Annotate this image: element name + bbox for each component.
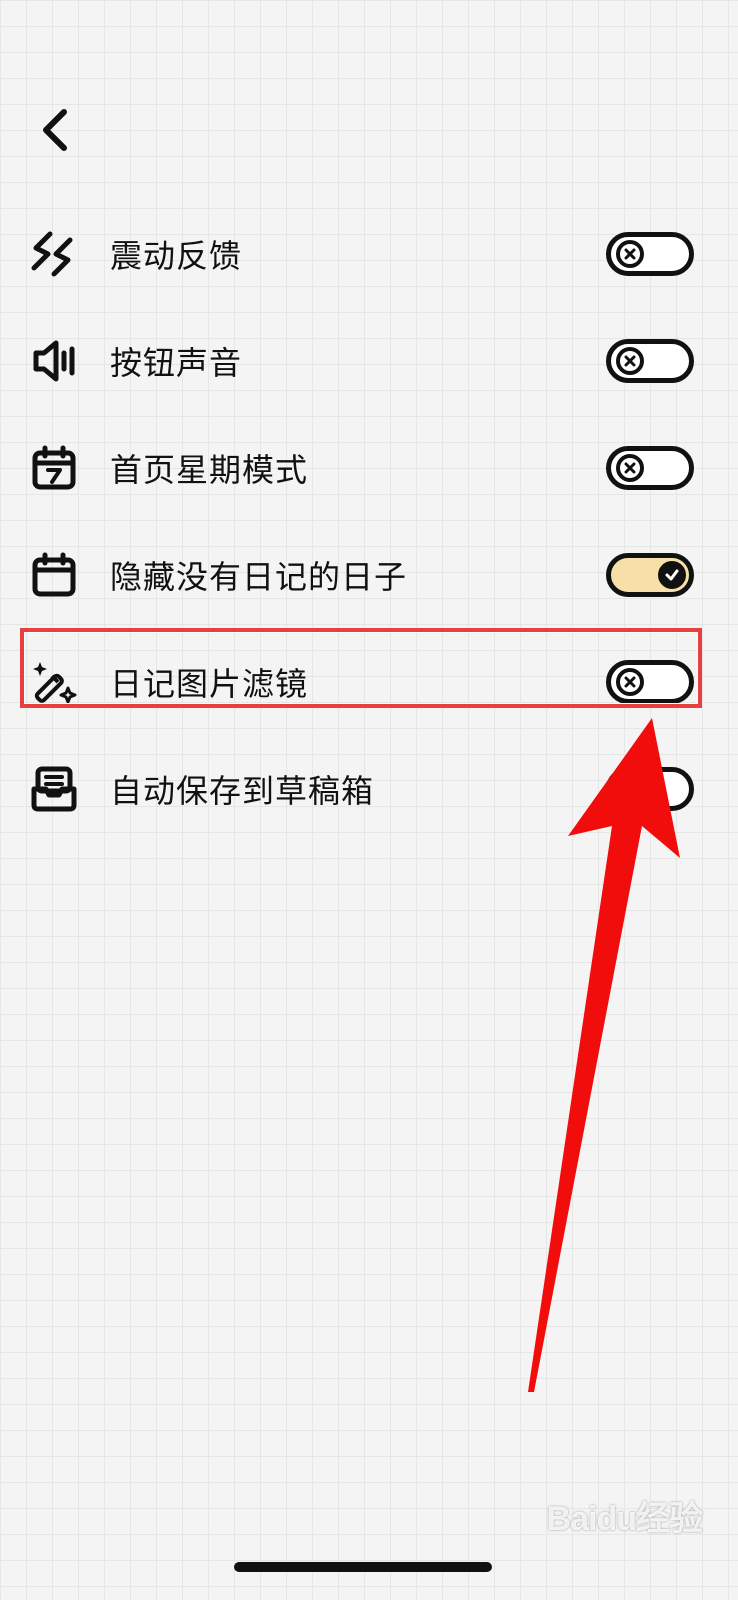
vibration-toggle[interactable]	[606, 231, 694, 276]
calendar-icon	[28, 549, 80, 601]
button-sound-toggle[interactable]	[606, 338, 694, 383]
setting-label: 自动保存到草稿箱	[110, 771, 375, 810]
close-icon	[616, 667, 644, 696]
home-indicator[interactable]	[234, 1562, 492, 1572]
setting-label: 日记图片滤镜	[110, 664, 309, 703]
week-mode-toggle[interactable]	[606, 445, 694, 490]
close-icon	[616, 346, 644, 375]
setting-row-image-filter[interactable]: 日记图片滤镜	[0, 628, 738, 735]
close-icon	[616, 774, 644, 803]
setting-label: 首页星期模式	[110, 450, 309, 489]
settings-list: 震动反馈 按钮声音 首页星期模式 隐藏没有日记的日子 日记图片滤镜 自动保存到草…	[0, 200, 738, 842]
setting-label: 按钮声音	[110, 343, 243, 382]
autosave-draft-toggle[interactable]	[606, 766, 694, 811]
inbox-icon	[28, 763, 80, 815]
check-icon	[658, 560, 686, 589]
speaker-icon	[28, 335, 80, 387]
chevron-left-icon	[43, 109, 67, 151]
setting-row-button-sound[interactable]: 按钮声音	[0, 307, 738, 414]
setting-row-hide-empty-days[interactable]: 隐藏没有日记的日子	[0, 521, 738, 628]
close-icon	[616, 239, 644, 268]
vibration-icon	[28, 228, 80, 280]
setting-label: 隐藏没有日记的日子	[110, 557, 408, 596]
hide-empty-days-toggle[interactable]	[606, 552, 694, 597]
setting-label: 震动反馈	[110, 236, 243, 275]
back-button[interactable]	[30, 100, 80, 160]
magic-wand-icon	[28, 656, 80, 708]
setting-row-week-mode[interactable]: 首页星期模式	[0, 414, 738, 521]
setting-row-autosave-draft[interactable]: 自动保存到草稿箱	[0, 735, 738, 842]
watermark-logo: Baidu经验	[546, 1500, 703, 1538]
image-filter-toggle[interactable]	[606, 659, 694, 704]
close-icon	[616, 453, 644, 482]
calendar-week-icon	[28, 442, 80, 494]
setting-row-vibration[interactable]: 震动反馈	[0, 200, 738, 307]
